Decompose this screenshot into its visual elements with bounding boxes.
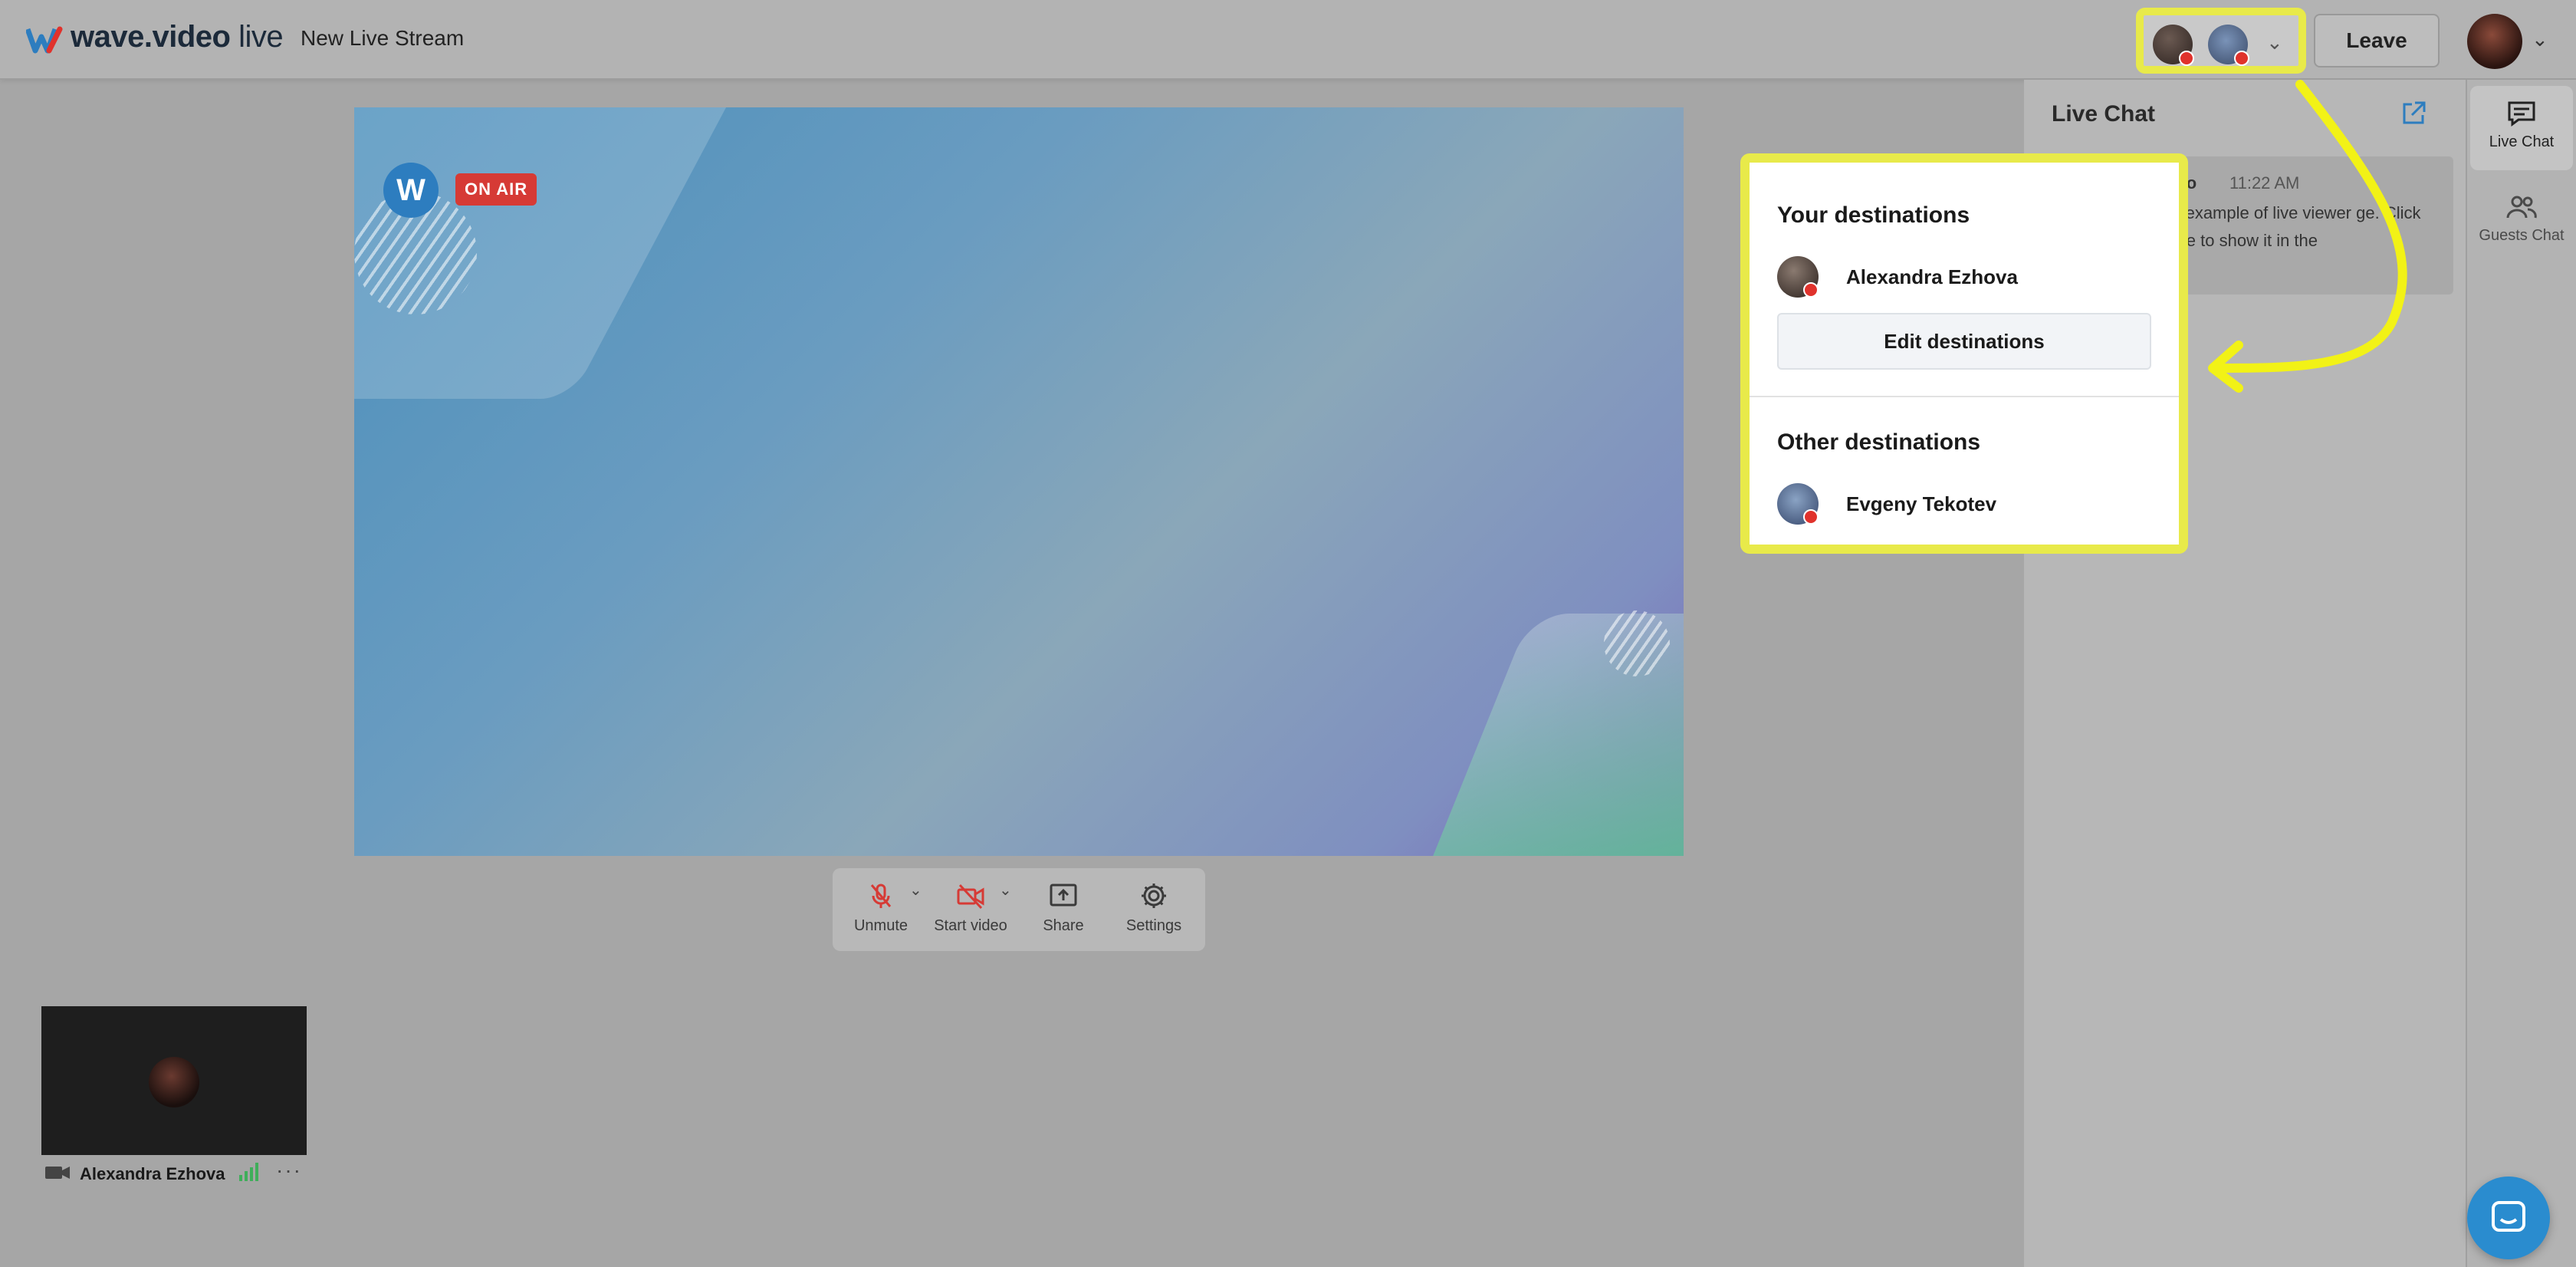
destination-avatar — [2153, 25, 2194, 66]
user-avatar[interactable] — [2467, 14, 2522, 69]
self-video-caption: Alexandra Ezhova ··· — [44, 1158, 320, 1184]
share-button[interactable]: Share — [1021, 880, 1106, 935]
youtube-badge-icon — [1803, 282, 1819, 298]
tab-guests-chat-label: Guests Chat — [2479, 227, 2564, 244]
settings-button[interactable]: Settings — [1112, 880, 1196, 935]
share-screen-icon — [1050, 884, 1077, 907]
unmute-button[interactable]: Unmute ⌄ — [839, 880, 923, 935]
stream-title[interactable]: New Live Stream — [301, 26, 464, 51]
avatar — [1777, 256, 1819, 298]
stream-stage: W ON AIR — [354, 107, 1684, 856]
chevron-down-icon: ⌄ — [2266, 31, 2283, 54]
avatar — [1777, 483, 1819, 525]
other-destinations-title: Other destinations — [1777, 429, 1981, 455]
app-logo-text: wave.video live — [71, 20, 284, 54]
start-video-button[interactable]: Start video ⌄ — [928, 880, 1013, 935]
destinations-toggle[interactable]: ⌄ — [2136, 8, 2306, 74]
destination-avatar — [2208, 25, 2249, 66]
logo-suffix: live — [238, 20, 284, 54]
destination-name: Alexandra Ezhova — [1846, 265, 2018, 288]
logo-name: wave.video — [71, 20, 231, 54]
divider — [1750, 396, 2179, 397]
side-rail: Live Chat Guests Chat — [2466, 80, 2576, 1267]
gear-icon — [1142, 884, 1166, 908]
participant-name: Alexandra Ezhova — [80, 1164, 225, 1183]
decor-stripes — [1604, 610, 1670, 676]
destinations-dropdown: Your destinations Alexandra Ezhova Edit … — [1740, 153, 2188, 554]
destination-name: Evgeny Tekotev — [1846, 492, 1997, 515]
top-bar: wave.video live New Live Stream ⌄ Leave … — [0, 0, 2576, 80]
annotation-arrow-icon — [2208, 80, 2407, 393]
destination-item[interactable]: Alexandra Ezhova — [1777, 256, 2160, 299]
chat-title: Live Chat — [2052, 101, 2156, 127]
chevron-down-icon[interactable]: ⌄ — [2532, 28, 2548, 51]
youtube-badge-icon — [1803, 509, 1819, 525]
wave-logo-icon[interactable] — [26, 26, 64, 54]
settings-label: Settings — [1125, 917, 1182, 934]
youtube-badge-icon — [2234, 51, 2249, 66]
tab-live-chat[interactable]: Live Chat — [2470, 86, 2573, 170]
start-video-label: Start video — [934, 917, 1007, 934]
tab-live-chat-label: Live Chat — [2489, 133, 2555, 150]
camera-icon — [45, 1167, 70, 1179]
self-video-tile[interactable] — [41, 1006, 307, 1155]
share-label: Share — [1043, 917, 1084, 934]
help-chat-button[interactable] — [2467, 1176, 2550, 1259]
chevron-down-icon[interactable]: ⌄ — [909, 880, 922, 900]
unmute-label: Unmute — [853, 917, 909, 934]
your-destinations-title: Your destinations — [1777, 202, 1970, 228]
edit-destinations-button[interactable]: Edit destinations — [1777, 313, 2151, 370]
youtube-badge-icon — [2179, 51, 2194, 66]
more-options-icon[interactable]: ··· — [276, 1158, 302, 1183]
mic-off-icon — [870, 884, 892, 908]
help-chat-icon — [2492, 1201, 2525, 1232]
signal-strength-icon — [239, 1163, 258, 1181]
avatar — [149, 1057, 199, 1107]
destination-item[interactable]: Evgeny Tekotev — [1777, 483, 2160, 526]
users-icon — [2506, 196, 2537, 219]
chevron-down-icon[interactable]: ⌄ — [999, 880, 1012, 900]
leave-button[interactable]: Leave — [2314, 14, 2440, 67]
on-air-badge: ON AIR — [455, 173, 537, 206]
stage-logo: W — [383, 163, 439, 218]
video-off-icon — [957, 884, 984, 910]
chat-icon — [2508, 101, 2535, 127]
media-toolbar: Unmute ⌄ Start video ⌄ Share Settings — [833, 868, 1205, 951]
tab-guests-chat[interactable]: Guests Chat — [2470, 179, 2573, 264]
